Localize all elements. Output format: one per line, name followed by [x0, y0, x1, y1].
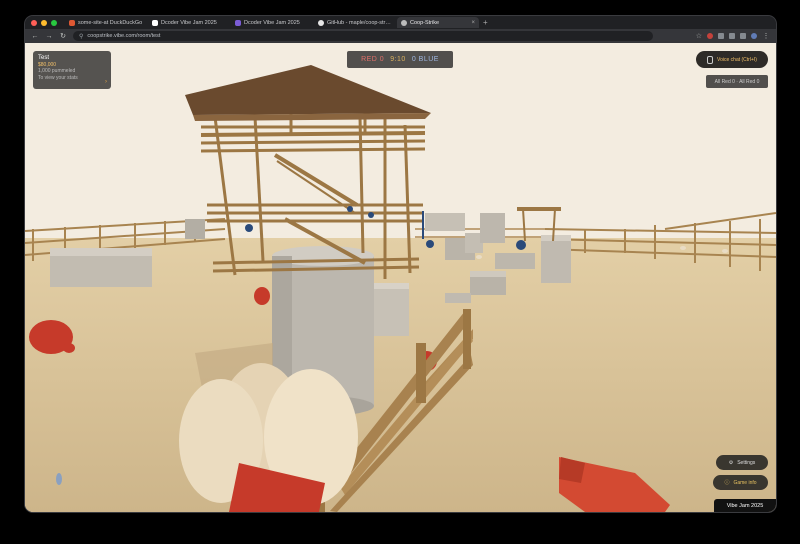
red-score: RED 0 [361, 56, 385, 63]
extension-icon[interactable] [718, 33, 724, 39]
vibe-badge-label: Vibe Jam 2025 [726, 502, 764, 509]
close-window-button[interactable] [31, 19, 37, 26]
settings-label: Settings [737, 459, 756, 466]
address-bar[interactable]: ⚲ coopstrike.vibe.com/room/test [73, 31, 653, 41]
minimize-window-button[interactable] [41, 19, 47, 26]
tab-label: Dcoder Vibe Jam 2025 [161, 19, 217, 26]
tab-2[interactable]: Dcoder Vibe Jam 2025 [231, 17, 313, 28]
team-count: All Red 0 · All Red 0 [706, 75, 768, 88]
sidebar-icon[interactable] [740, 33, 746, 39]
back-icon[interactable]: ← [31, 33, 39, 40]
forward-icon[interactable]: → [45, 33, 53, 40]
maximize-window-button[interactable] [51, 19, 57, 26]
scoreboard: RED 0 9:10 0 BLUE [347, 51, 453, 68]
site-icon [152, 19, 158, 26]
browser-toolbar: ← → ↻ ⚲ coopstrike.vibe.com/room/test ☆ … [25, 29, 776, 43]
game-info-label: Game info [733, 479, 757, 486]
tab-label: GitHub - maple/coop-strike [327, 19, 392, 26]
voice-chat-button[interactable]: Voice chat (Ctrl+I) [696, 51, 768, 68]
player-info-panel[interactable]: Test $80,000 1,000 pummeled To view your… [33, 51, 111, 89]
bookmark-icon[interactable]: ☆ [696, 32, 702, 40]
blue-score: 0 BLUE [411, 56, 439, 63]
gear-icon: ⚙ [728, 459, 734, 466]
plus-icon[interactable]: + [483, 18, 488, 27]
eggs [179, 363, 358, 512]
tab-4[interactable]: Coop-Strike × [397, 17, 479, 28]
voice-chat-label: Voice chat (Ctrl+I) [717, 56, 757, 63]
vibe-jam-badge[interactable]: Vibe Jam 2025 [714, 499, 776, 512]
download-icon[interactable] [729, 33, 735, 39]
player-stats-link: To view your stats [38, 74, 78, 81]
round-timer: 9:10 [390, 56, 406, 63]
tab-label: Coop-Strike [410, 19, 440, 26]
profile-icon[interactable] [751, 33, 757, 39]
small-item [56, 473, 62, 485]
duckduckgo-icon [69, 19, 75, 26]
tab-bar: some-site-at DuckDuckGo Dcoder Vibe Jam … [25, 16, 776, 29]
toolbar-actions: ☆ ⋮ [696, 32, 770, 40]
menu-icon[interactable]: ⋮ [762, 32, 770, 40]
window-controls [31, 19, 57, 26]
browser-window: some-site-at DuckDuckGo Dcoder Vibe Jam … [25, 16, 776, 512]
info-icon: ⓘ [724, 480, 730, 486]
record-icon[interactable] [707, 33, 713, 39]
tab-label: Dcoder Vibe Jam 2025 [244, 19, 300, 26]
url-text: coopstrike.vibe.com/room/test [87, 33, 161, 39]
site-icon [401, 19, 407, 26]
tab-label: some-site-at DuckDuckGo [78, 19, 143, 26]
close-tab-icon[interactable]: × [471, 20, 475, 26]
settings-button[interactable]: ⚙ Settings [716, 455, 768, 470]
site-icon [235, 19, 241, 26]
site-info-icon[interactable]: ⚲ [79, 33, 83, 40]
game-scene[interactable] [25, 43, 776, 512]
reload-icon[interactable]: ↻ [59, 32, 67, 40]
microphone-icon [707, 55, 714, 64]
game-viewport[interactable]: Test $80,000 1,000 pummeled To view your… [25, 43, 776, 512]
tab-3[interactable]: GitHub - maple/coop-strike [314, 17, 396, 28]
github-icon [318, 19, 324, 26]
chevron-right-icon[interactable]: › [105, 79, 107, 86]
game-info-button[interactable]: ⓘ Game info [713, 475, 768, 490]
tab-0[interactable]: some-site-at DuckDuckGo [65, 17, 147, 28]
tab-1[interactable]: Dcoder Vibe Jam 2025 [148, 17, 230, 28]
